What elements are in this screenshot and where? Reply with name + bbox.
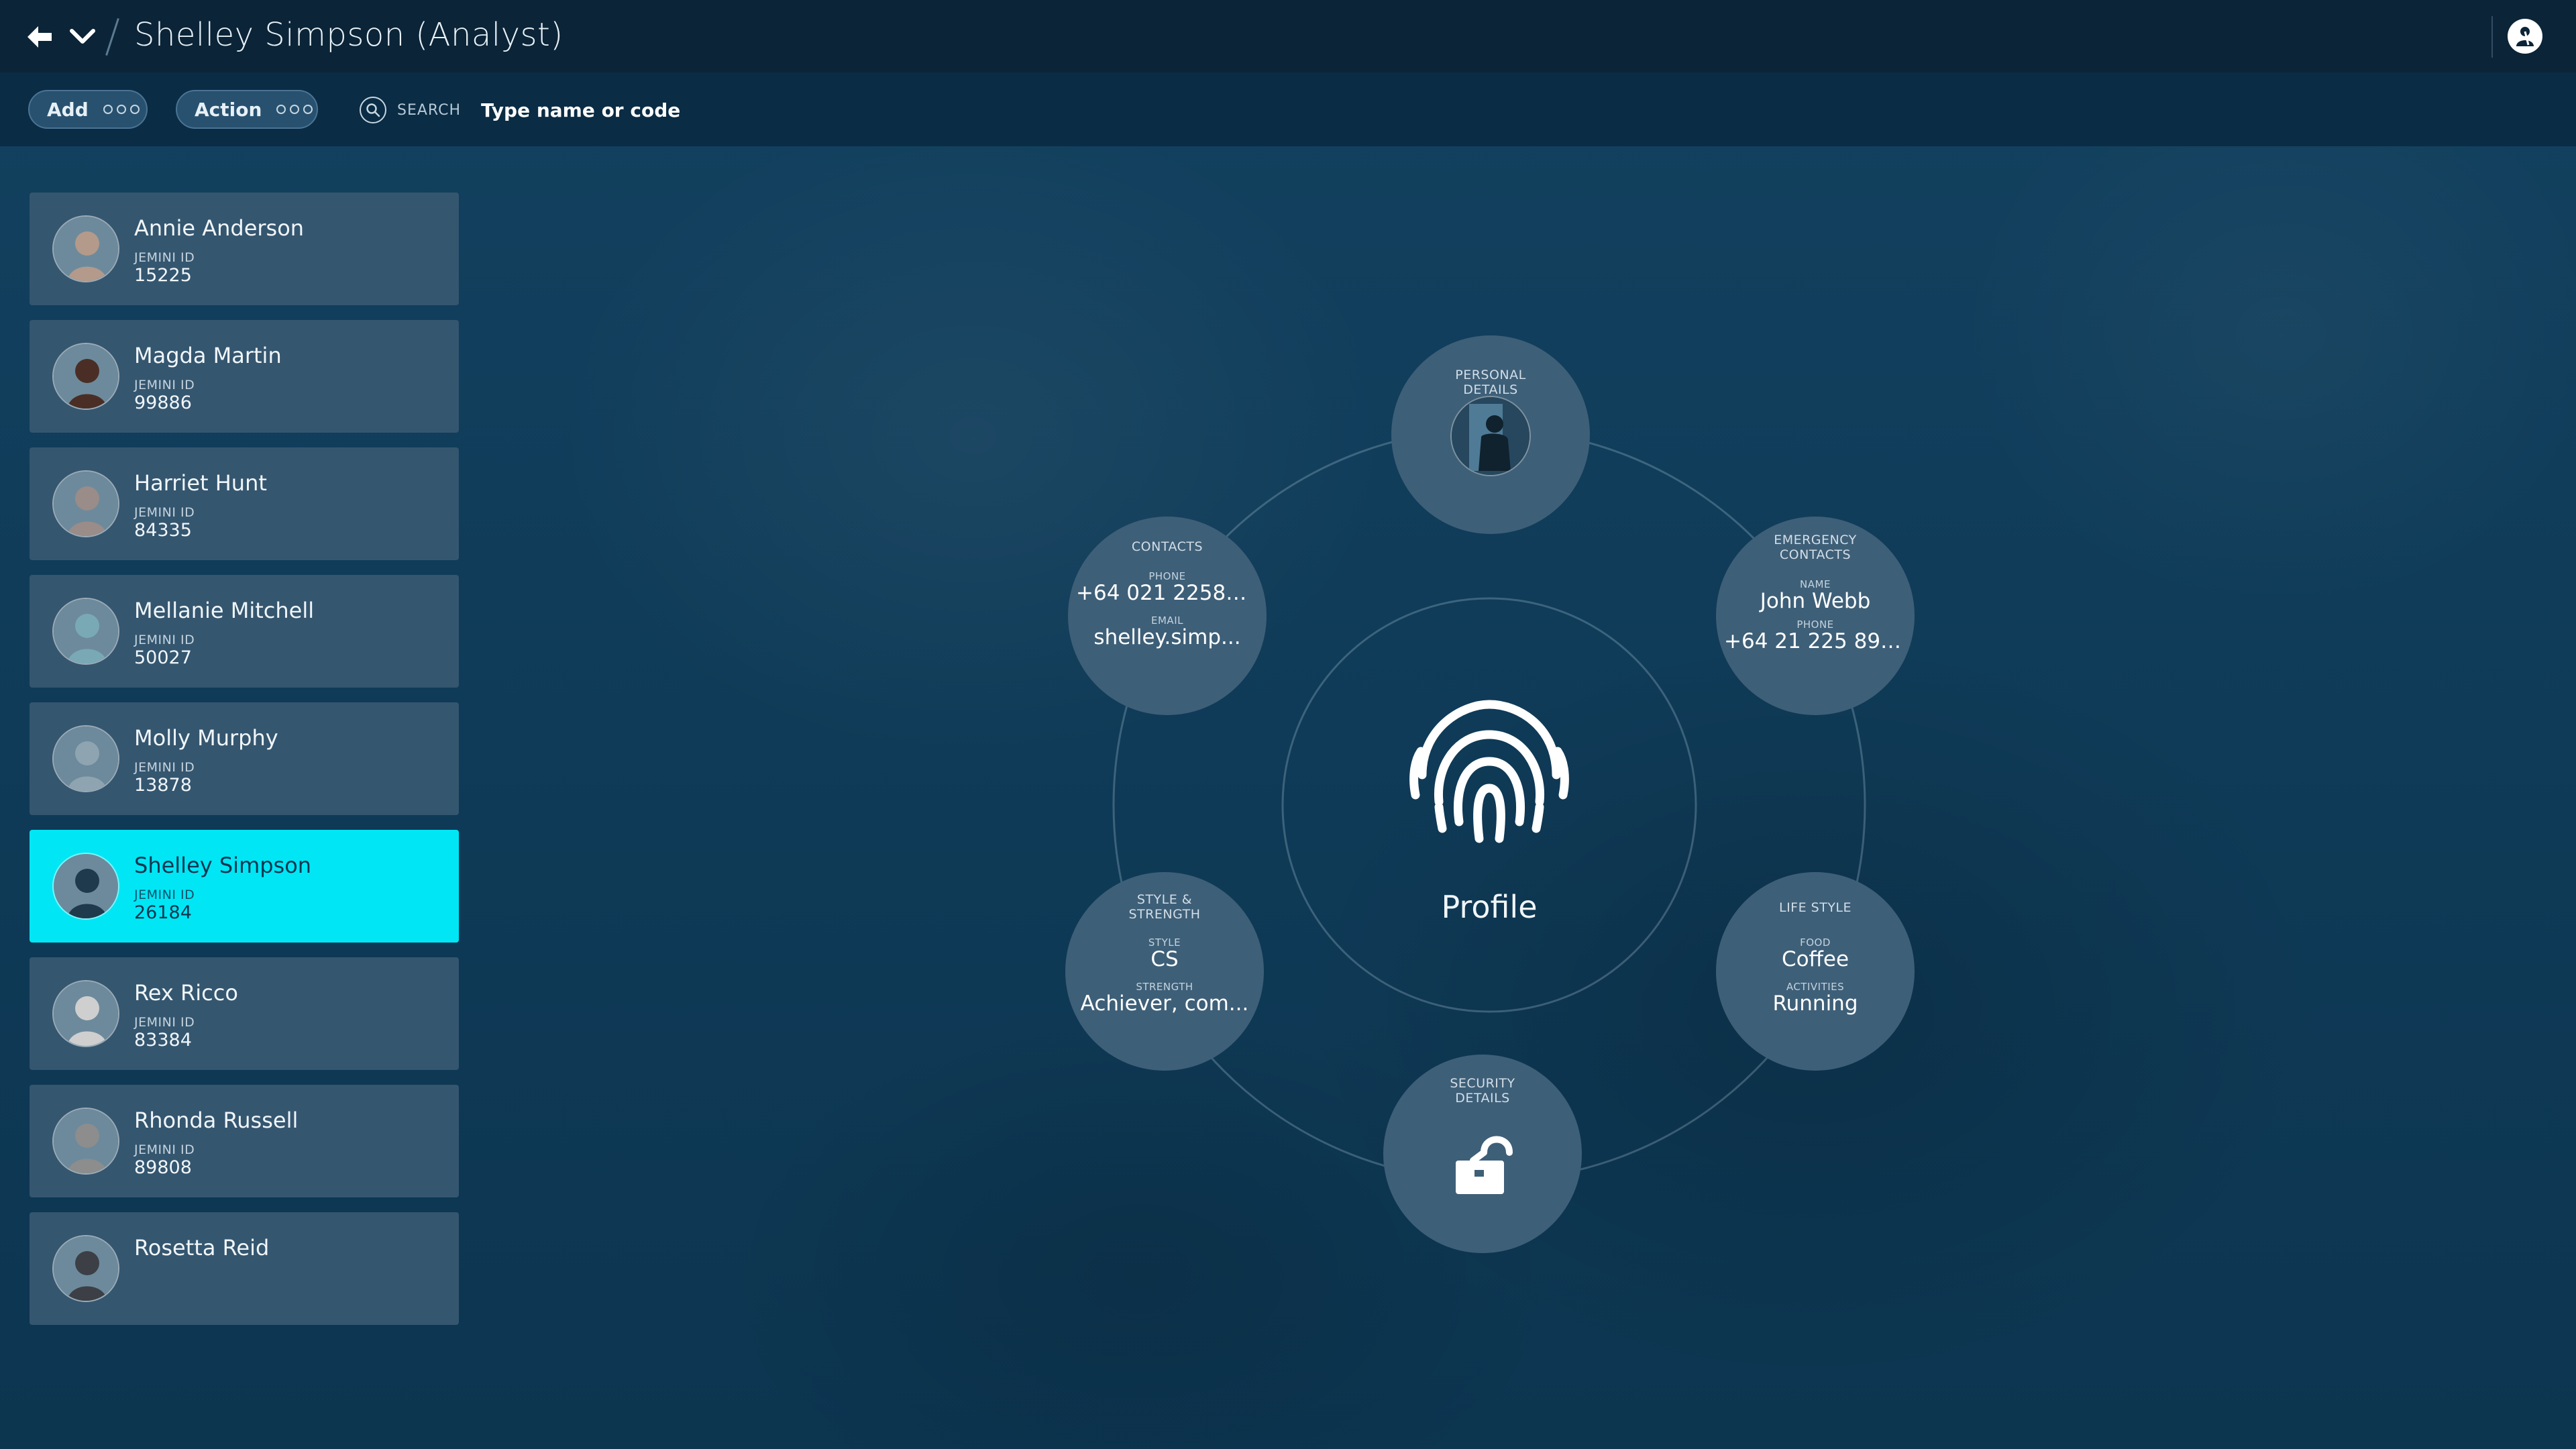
person-id-label: JEMINI ID [134, 888, 195, 902]
style-title-line2: STRENGTH [1128, 907, 1201, 922]
lifestyle-title: LIFE STYLE [1778, 900, 1852, 915]
emergency-name: John Webb [1760, 589, 1871, 613]
person-card[interactable]: Mellanie Mitchell JEMINI ID 50027 [30, 575, 459, 688]
profile-wheel: Profile PERSONAL DETAILS CONTACTS PHONE … [1060, 322, 1919, 1275]
user-icon [2516, 27, 2534, 46]
personal-details-title-line2: DETAILS [1463, 382, 1518, 397]
avatar [52, 853, 119, 920]
person-id: 83384 [134, 1030, 192, 1051]
avatar [52, 215, 119, 282]
security-details-node[interactable]: SECURITY DETAILS [1383, 1055, 1582, 1253]
contacts-email: shelley.simp... [1093, 625, 1241, 649]
person-card[interactable]: Rex Ricco JEMINI ID 83384 [30, 957, 459, 1070]
profile-label: Profile [1441, 889, 1538, 925]
action-button-label: Action [195, 98, 262, 121]
avatar [52, 470, 119, 537]
personal-details-title-line1: PERSONAL [1455, 368, 1526, 382]
title-bar-divider [2491, 16, 2493, 58]
person-card[interactable]: Rhonda Russell JEMINI ID 89808 [30, 1085, 459, 1197]
search-icon[interactable] [360, 97, 386, 123]
person-name: Mellanie Mitchell [134, 598, 315, 623]
person-id: 13878 [134, 775, 192, 796]
avatar [52, 980, 119, 1047]
lifestyle-node[interactable]: LIFE STYLE FOOD Coffee ACTIVITIES Runnin… [1716, 872, 1915, 1071]
person-card[interactable]: Harriet Hunt JEMINI ID 84335 [30, 447, 459, 560]
person-name: Rosetta Reid [134, 1235, 270, 1260]
more-dots-icon [276, 105, 313, 114]
avatar [52, 598, 119, 665]
person-id-label: JEMINI ID [134, 1142, 195, 1157]
emergency-title-line1: EMERGENCY [1774, 533, 1857, 547]
personal-details-title: PERSONAL DETAILS [1391, 368, 1590, 397]
contacts-title: CONTACTS [1131, 539, 1203, 554]
add-button-label: Add [47, 98, 89, 121]
style-title-line1: STYLE & [1136, 892, 1193, 907]
person-name: Molly Murphy [134, 725, 278, 751]
person-id: 84335 [134, 520, 192, 541]
person-name: Annie Anderson [134, 215, 305, 241]
person-card[interactable]: Annie Anderson JEMINI ID 15225 [30, 193, 459, 305]
add-button[interactable]: Add [28, 90, 148, 129]
toolbar: Add Action SEARCH [0, 72, 2576, 146]
activities-value: Running [1772, 991, 1858, 1016]
contacts-node[interactable]: CONTACTS PHONE +64 021 2258120 EMAIL she… [1068, 517, 1267, 715]
search-input[interactable] [481, 95, 884, 125]
unlocked-padlock-icon [1456, 1136, 1513, 1194]
person-name: Rex Ricco [134, 980, 238, 1006]
security-details-title: SECURITY DETAILS [1383, 1076, 1582, 1106]
user-menu-button[interactable] [2508, 19, 2542, 54]
avatar [52, 725, 119, 792]
fingerprint-icon [1409, 700, 1569, 843]
person-id: 89808 [134, 1157, 192, 1178]
search-area: SEARCH [360, 95, 884, 125]
title-bar: Shelley Simpson (Analyst) [0, 0, 2576, 72]
person-id-label: JEMINI ID [134, 250, 195, 265]
person-id-label: JEMINI ID [134, 505, 195, 520]
search-label: SEARCH [397, 101, 462, 119]
avatar [52, 1235, 119, 1302]
food-value: Coffee [1781, 947, 1849, 971]
page-title: Shelley Simpson (Analyst) [134, 16, 564, 54]
arrow-left-icon [28, 26, 52, 48]
person-name: Rhonda Russell [134, 1108, 299, 1133]
person-name: Shelley Simpson [134, 853, 312, 878]
person-card[interactable]: Rosetta Reid [30, 1212, 459, 1325]
profile-center[interactable]: Profile [1278, 594, 1701, 1016]
personal-details-node[interactable]: PERSONAL DETAILS [1391, 335, 1590, 534]
security-title-line1: SECURITY [1450, 1076, 1515, 1091]
emergency-contacts-title: EMERGENCY CONTACTS [1716, 533, 1915, 562]
person-card[interactable]: Molly Murphy JEMINI ID 13878 [30, 702, 459, 815]
person-id-label: JEMINI ID [134, 633, 195, 647]
style-strength-title: STYLE & STRENGTH [1065, 892, 1264, 922]
person-id: 15225 [134, 265, 192, 286]
avatar [52, 1108, 119, 1175]
person-id-label: JEMINI ID [134, 1015, 195, 1030]
person-card[interactable]: Shelley Simpson JEMINI ID 26184 [30, 830, 459, 943]
contacts-phone: +64 021 2258120 [1076, 581, 1258, 605]
style-strength-node[interactable]: STYLE & STRENGTH STYLE CS STRENGTH Achie… [1065, 872, 1264, 1071]
person-id-label: JEMINI ID [134, 378, 195, 392]
person-id: 26184 [134, 902, 192, 923]
person-id-label: JEMINI ID [134, 760, 195, 775]
emergency-contacts-node[interactable]: EMERGENCY CONTACTS NAME John Webb PHONE … [1716, 517, 1915, 715]
person-id: 99886 [134, 392, 192, 413]
style-value: CS [1150, 947, 1179, 971]
avatar [52, 343, 119, 410]
more-dots-icon [103, 105, 140, 114]
chevron-down-icon [70, 29, 95, 44]
personal-avatar [1450, 396, 1531, 476]
security-title-line2: DETAILS [1455, 1091, 1510, 1106]
person-name: Harriet Hunt [134, 470, 267, 496]
person-card[interactable]: Magda Martin JEMINI ID 99886 [30, 320, 459, 433]
emergency-phone: +64 21 225 8976 [1724, 629, 1907, 653]
person-id: 50027 [134, 647, 192, 668]
dropdown-button[interactable] [66, 20, 99, 54]
emergency-title-line2: CONTACTS [1779, 547, 1851, 562]
action-button[interactable]: Action [176, 90, 318, 129]
person-name: Magda Martin [134, 343, 282, 368]
title-separator [105, 17, 119, 56]
back-button[interactable] [23, 20, 56, 54]
strength-value: Achiever, com... [1080, 991, 1249, 1016]
